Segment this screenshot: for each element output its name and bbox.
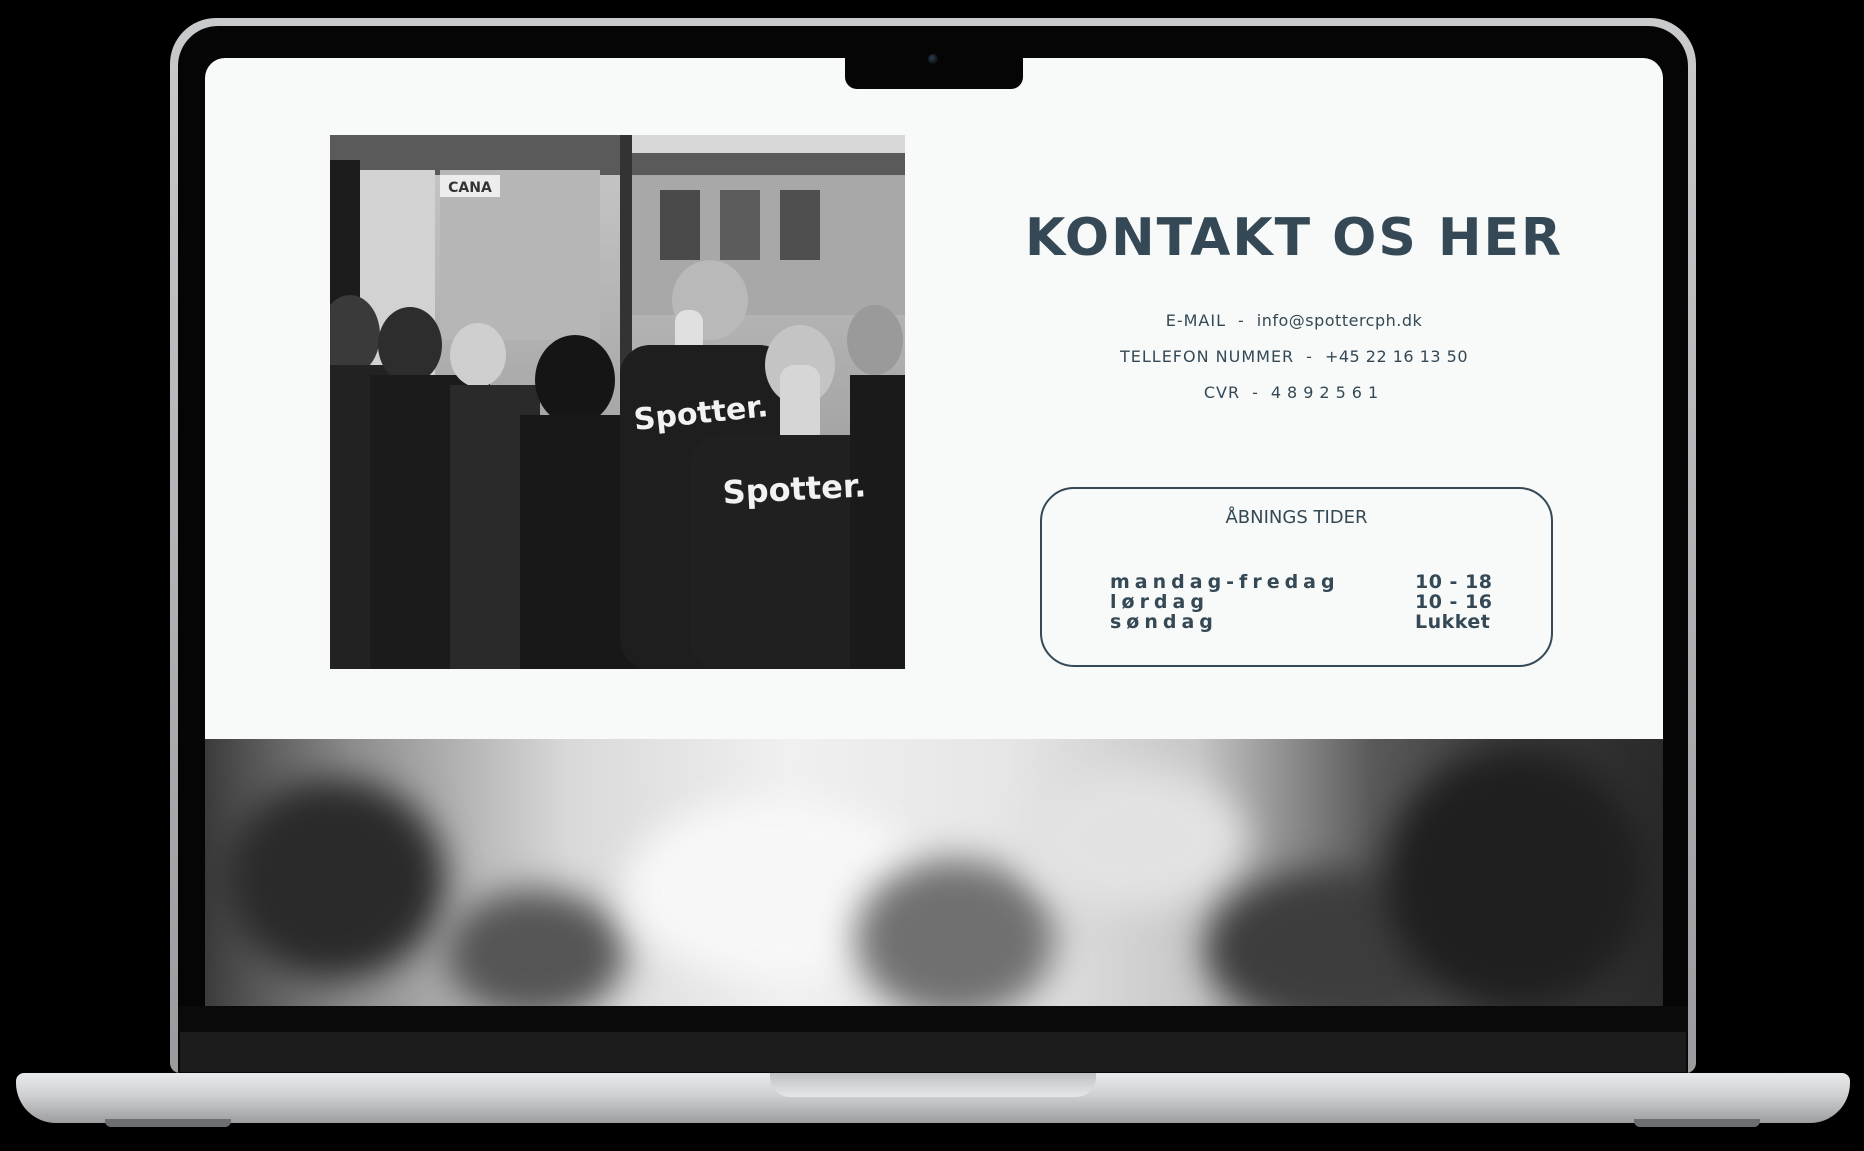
- storefront-sign: CANA: [448, 180, 492, 196]
- team-photo-graphic: CANA Spotter. Spotter.: [330, 135, 905, 669]
- web-page[interactable]: CANA Spotter. Spotter. KONTAKT OS HER E-…: [205, 58, 1663, 1006]
- opening-hours-title: ÅBNINGS TIDER: [1225, 507, 1368, 528]
- hours-day: mandag-fredag: [1110, 571, 1340, 593]
- page-title: KONTAKT OS HER: [1024, 208, 1564, 268]
- phone-separator: -: [1306, 347, 1313, 366]
- hours-row-sunday: søndag Lukket: [1042, 611, 1551, 633]
- hours-row-weekdays: mandag-fredag 10 - 18: [1042, 571, 1551, 593]
- cvr-line: CVR -4892561: [925, 383, 1663, 402]
- trackpad-notch: [770, 1073, 1096, 1097]
- cvr-label: CVR: [1203, 383, 1241, 402]
- email-line: E-MAIL - info@spottercph.dk: [925, 311, 1663, 330]
- phone-label: TELLEFON NUMMER: [1119, 347, 1295, 366]
- cvr-value: 4892561: [1270, 383, 1385, 402]
- jacket-logo-2: Spotter.: [722, 466, 867, 511]
- email-label: E-MAIL: [1165, 311, 1226, 330]
- phone-link[interactable]: +45 22 16 13 50: [1325, 347, 1468, 366]
- team-photo: CANA Spotter. Spotter.: [330, 135, 905, 669]
- email-separator: -: [1237, 311, 1245, 330]
- hours-day: søndag: [1110, 611, 1218, 633]
- laptop-foot-left: [105, 1119, 231, 1127]
- hours-row-saturday: lørdag 10 - 16: [1042, 591, 1551, 613]
- laptop-foot-right: [1634, 1119, 1760, 1127]
- laptop-mockup: CANA Spotter. Spotter. KONTAKT OS HER E-…: [0, 0, 1864, 1151]
- screen-chin-strip: [180, 1032, 1686, 1072]
- hours-time: Lukket: [1415, 611, 1491, 633]
- cvr-separator: -: [1252, 383, 1259, 402]
- motion-blur-banner: [205, 739, 1663, 1006]
- hours-day: lørdag: [1110, 591, 1209, 613]
- hours-time: 10 - 16: [1415, 591, 1493, 613]
- opening-hours-box: ÅBNINGS TIDER mandag-fredag 10 - 18 lørd…: [1040, 487, 1553, 667]
- camera-icon: [928, 54, 938, 64]
- hours-time: 10 - 18: [1415, 571, 1493, 593]
- email-link[interactable]: info@spottercph.dk: [1257, 311, 1423, 330]
- phone-line: TELLEFON NUMMER - +45 22 16 13 50: [925, 347, 1663, 366]
